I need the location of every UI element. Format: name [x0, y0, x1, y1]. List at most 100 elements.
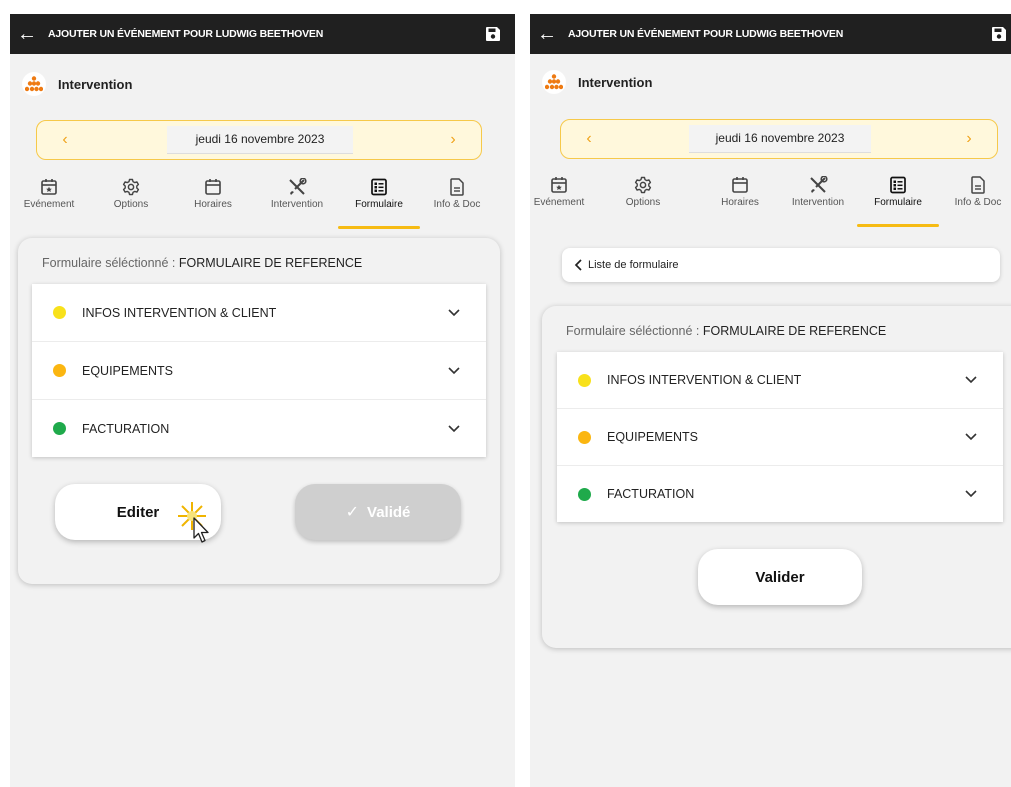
- tab-intervention[interactable]: Intervention: [262, 178, 332, 210]
- next-date-button[interactable]: ›: [439, 121, 467, 158]
- status-dot: [53, 306, 66, 319]
- tab-label: Options: [625, 197, 661, 208]
- section-title: Intervention: [58, 76, 133, 92]
- status-dot: [578, 373, 591, 387]
- accordion-item-infos[interactable]: INFOS INTERVENTION & CLIENT: [557, 352, 1003, 409]
- tab-formulaire[interactable]: Formulaire: [857, 176, 939, 227]
- tab-label: Formulaire: [355, 199, 403, 210]
- selected-form-name: FORMULAIRE DE REFERENCE: [702, 324, 887, 338]
- validate-button[interactable]: Valider: [698, 549, 862, 605]
- tab-label: Intervention: [270, 199, 324, 210]
- tab-label: Horaires: [721, 197, 759, 208]
- page-title: AJOUTER UN ÉVÉNEMENT POUR LUDWIG BEETHOV…: [568, 28, 844, 40]
- accordion-label: INFOS INTERVENTION & CLIENT: [82, 305, 277, 320]
- chevron-down-icon: [965, 490, 977, 498]
- form-sections-accordion: INFOS INTERVENTION & CLIENT EQUIPEMENTS …: [32, 284, 486, 457]
- status-dot: [53, 364, 66, 377]
- selected-form-text: Formulaire séléctionné : FORMULAIRE DE R…: [42, 256, 363, 270]
- tab-evenement[interactable]: Evénement: [530, 176, 594, 208]
- back-arrow-icon[interactable]: ←: [534, 14, 560, 54]
- status-dot: [578, 430, 591, 444]
- top-app-bar: ← AJOUTER UN ÉVÉNEMENT POUR LUDWIG BEETH…: [530, 14, 1011, 54]
- accordion-label: EQUIPEMENTS: [607, 430, 698, 444]
- tab-label: Evénement: [533, 197, 585, 208]
- form-sections-accordion: INFOS INTERVENTION & CLIENT EQUIPEMENTS …: [557, 352, 1003, 522]
- checklist-icon: [890, 176, 906, 194]
- chevron-down-icon: [448, 424, 460, 432]
- chevron-left-icon: [574, 259, 582, 271]
- chevron-down-icon: [448, 366, 460, 374]
- chevron-down-icon: [448, 308, 460, 316]
- chevron-down-icon: [965, 433, 977, 441]
- tab-info-doc[interactable]: Info & Doc: [943, 176, 1011, 208]
- current-date[interactable]: jeudi 16 novembre 2023: [167, 126, 353, 154]
- tab-horaires[interactable]: Horaires: [178, 178, 248, 210]
- click-cursor-icon: [178, 502, 209, 543]
- current-date[interactable]: jeudi 16 novembre 2023: [689, 125, 871, 153]
- save-icon[interactable]: [991, 26, 1007, 42]
- top-app-bar: ← AJOUTER UN ÉVÉNEMENT POUR LUDWIG BEETH…: [10, 14, 515, 54]
- checklist-icon: [371, 178, 387, 196]
- tab-label: Info & Doc: [954, 197, 1002, 208]
- accordion-label: FACTURATION: [82, 421, 170, 436]
- checkmark-icon: ✓: [345, 504, 360, 521]
- tab-label: Horaires: [194, 199, 232, 210]
- tab-label: Intervention: [791, 197, 845, 208]
- form-list-label: Liste de formulaire: [588, 259, 679, 271]
- date-selector: ‹ jeudi 16 novembre 2023 ›: [560, 119, 998, 159]
- accordion-item-facturation[interactable]: FACTURATION: [32, 400, 486, 457]
- tab-info-doc[interactable]: Info & Doc: [422, 178, 492, 210]
- form-list-back-button[interactable]: Liste de formulaire: [562, 248, 1000, 282]
- screen-left: ← AJOUTER UN ÉVÉNEMENT POUR LUDWIG BEETH…: [10, 14, 515, 787]
- validated-button: ✓ Validé: [295, 484, 461, 540]
- gear-icon: [634, 176, 652, 194]
- form-card: Formulaire séléctionné : FORMULAIRE DE R…: [542, 306, 1011, 648]
- tools-icon: [810, 176, 828, 193]
- calendar-star-icon: [41, 179, 57, 195]
- accordion-item-equipements[interactable]: EQUIPEMENTS: [557, 409, 1003, 466]
- tab-label: Formulaire: [874, 197, 922, 208]
- back-arrow-icon[interactable]: ←: [14, 14, 40, 54]
- page-title: AJOUTER UN ÉVÉNEMENT POUR LUDWIG BEETHOV…: [48, 28, 324, 40]
- tab-label: Evénement: [23, 199, 75, 210]
- status-dot: [578, 487, 591, 501]
- chevron-down-icon: [965, 376, 977, 384]
- calendar-star-icon: [551, 177, 567, 193]
- intervention-logo-icon: [22, 72, 46, 96]
- screen-right: ← AJOUTER UN ÉVÉNEMENT POUR LUDWIG BEETH…: [530, 14, 1011, 787]
- tab-options[interactable]: Options: [608, 176, 678, 208]
- accordion-label: FACTURATION: [607, 487, 695, 501]
- document-icon: [971, 176, 985, 194]
- accordion-label: EQUIPEMENTS: [82, 363, 173, 378]
- section-header: Intervention: [542, 70, 652, 94]
- section-title: Intervention: [578, 74, 653, 90]
- tab-formulaire[interactable]: Formulaire: [338, 178, 420, 229]
- tab-evenement[interactable]: Evénement: [14, 178, 84, 210]
- accordion-item-facturation[interactable]: FACTURATION: [557, 466, 1003, 522]
- document-icon: [450, 178, 464, 196]
- selected-form-name: FORMULAIRE DE REFERENCE: [178, 256, 363, 270]
- tab-label: Options: [113, 199, 149, 210]
- prev-date-button[interactable]: ‹: [575, 120, 603, 157]
- save-icon[interactable]: [485, 26, 501, 42]
- date-selector: ‹ jeudi 16 novembre 2023 ›: [36, 120, 482, 160]
- tab-label: Info & Doc: [433, 199, 481, 210]
- intervention-logo-icon: [542, 70, 566, 94]
- prev-date-button[interactable]: ‹: [51, 121, 79, 158]
- accordion-item-equipements[interactable]: EQUIPEMENTS: [32, 342, 486, 400]
- tools-icon: [289, 178, 307, 195]
- accordion-item-infos[interactable]: INFOS INTERVENTION & CLIENT: [32, 284, 486, 342]
- tab-bar: Evénement Options Horaires Intervention …: [10, 178, 515, 234]
- status-dot: [53, 422, 66, 435]
- accordion-label: INFOS INTERVENTION & CLIENT: [607, 373, 802, 387]
- tab-horaires[interactable]: Horaires: [705, 176, 775, 208]
- tab-bar: Evénement Options Horaires Intervention …: [530, 176, 1011, 232]
- tab-intervention[interactable]: Intervention: [783, 176, 853, 208]
- tab-options[interactable]: Options: [96, 178, 166, 210]
- active-tab-indicator: [857, 224, 939, 227]
- gear-icon: [122, 178, 140, 196]
- section-header: Intervention: [22, 72, 132, 96]
- selected-form-text: Formulaire séléctionné : FORMULAIRE DE R…: [566, 324, 887, 338]
- calendar-icon: [732, 177, 748, 193]
- next-date-button[interactable]: ›: [955, 120, 983, 157]
